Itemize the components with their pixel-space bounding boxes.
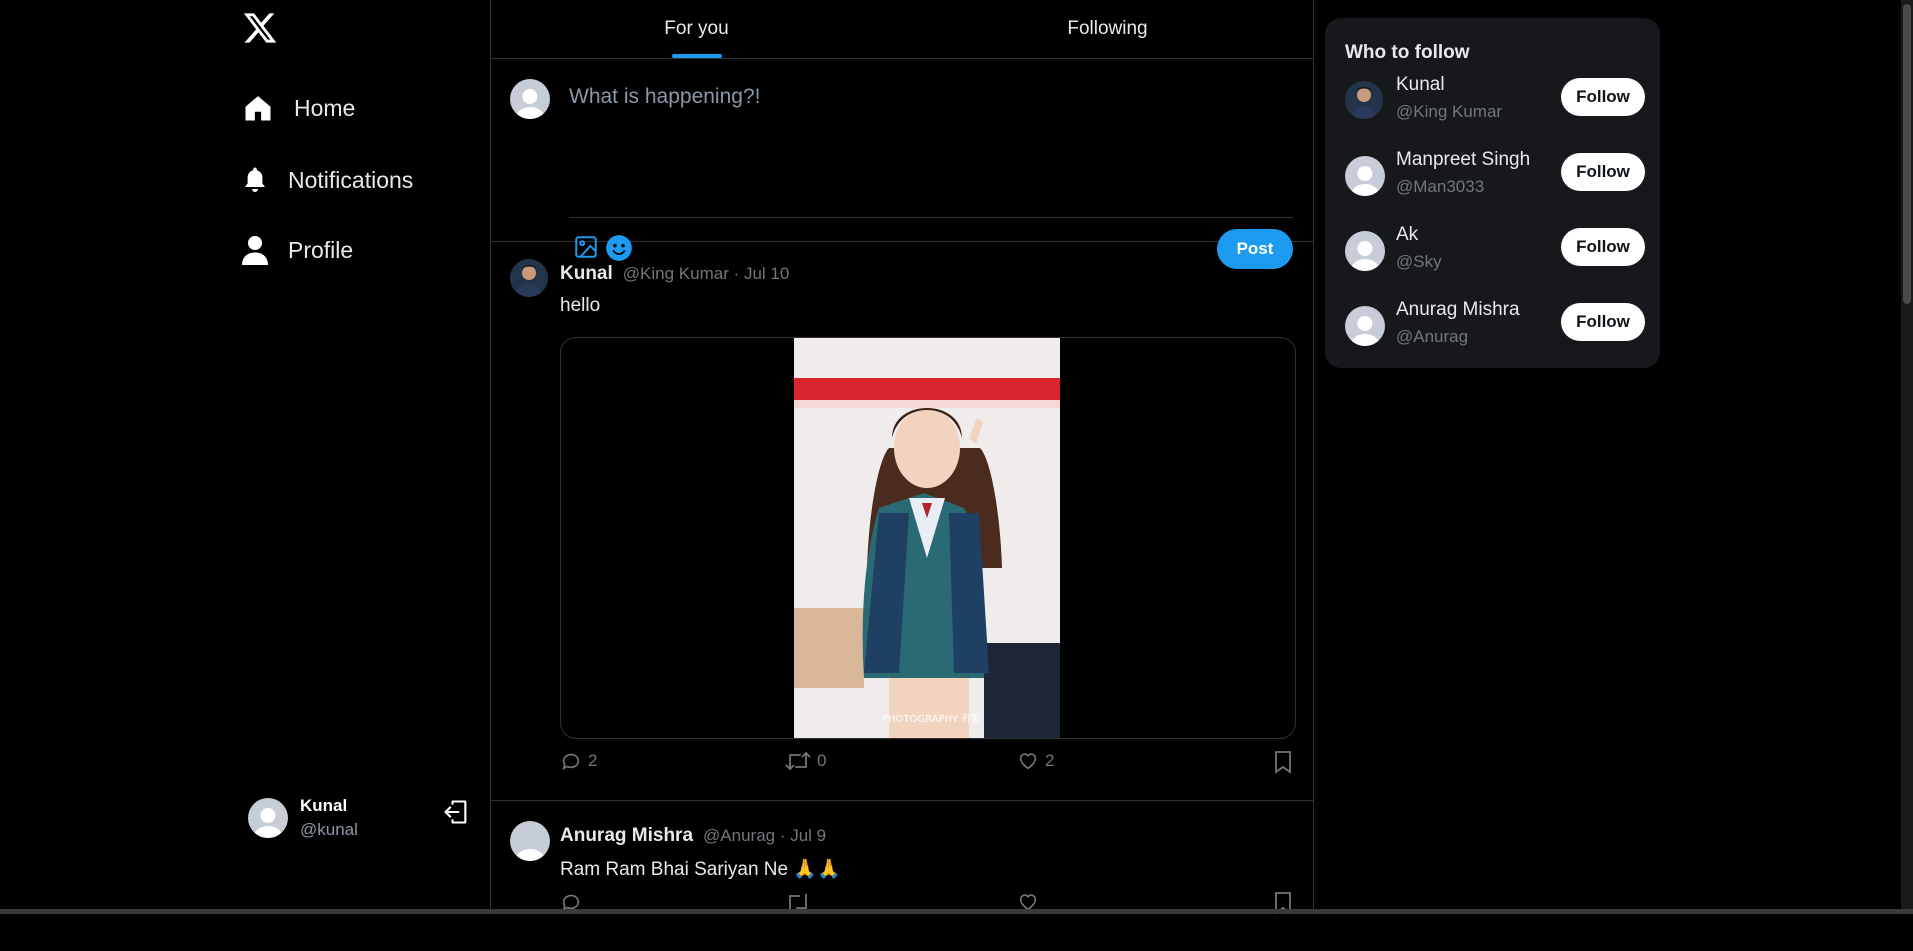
scrollbar-thumb[interactable] (1903, 4, 1911, 304)
avatar[interactable] (510, 821, 550, 861)
composer: What is happening?! Post (491, 59, 1313, 269)
tweet-photo: PHOTOGRAPHY 키함 (794, 338, 1060, 738)
user-icon (242, 234, 268, 266)
active-tab-indicator (671, 54, 722, 58)
photo-watermark: PHOTOGRAPHY 키함 (882, 714, 980, 725)
suggestion-name: Kunal (1396, 74, 1445, 95)
tweet-actions: 2 0 2 (560, 750, 1293, 780)
who-to-follow-title: Who to follow (1345, 42, 1470, 63)
tweet[interactable]: Anurag Mishra @Anurag · Jul 9 Ram Ram Bh… (491, 801, 1313, 951)
tweet-author-name[interactable]: Kunal (560, 263, 613, 285)
nav-notifications-label: Notifications (288, 166, 414, 193)
x-logo-icon[interactable] (242, 10, 278, 46)
follow-suggestion[interactable]: Kunal @King Kumar Follow (1345, 74, 1645, 124)
suggestion-name: Anurag Mishra (1396, 299, 1520, 320)
avatar[interactable] (1345, 306, 1385, 346)
tweet-media[interactable]: PHOTOGRAPHY 키함 (560, 337, 1296, 739)
follow-button[interactable]: Follow (1561, 78, 1645, 116)
reply-button[interactable]: 2 (560, 750, 597, 772)
account-switcher[interactable]: Kunal @kunal (248, 796, 473, 840)
bottom-edge (0, 909, 1913, 914)
retweet-count: 0 (817, 751, 827, 770)
composer-input[interactable]: What is happening?! (569, 85, 760, 109)
reply-count: 2 (588, 751, 598, 770)
bell-icon (242, 164, 268, 196)
page-scrollbar[interactable] (1901, 0, 1913, 914)
tweet-text: Ram Ram Bhai Sariyan Ne 🙏🙏 (560, 859, 841, 880)
follow-suggestion[interactable]: Ak @Sky Follow (1345, 224, 1645, 274)
retweet-button[interactable]: 0 (785, 750, 826, 772)
retweet-icon (785, 752, 811, 770)
composer-divider (569, 217, 1293, 218)
suggestion-handle: @Man3033 (1396, 177, 1485, 196)
nav-profile[interactable]: Profile (242, 234, 353, 266)
main-feed: For you Following What is happening?! Po… (490, 0, 1314, 915)
suggestion-handle: @King Kumar (1396, 102, 1503, 121)
tweet-meta: @King Kumar · Jul 10 (622, 264, 790, 283)
tweet[interactable]: Kunal @King Kumar · Jul 10 hello PHOTOGR… (491, 242, 1313, 801)
bookmark-button[interactable] (1273, 750, 1293, 774)
who-to-follow-panel: Who to follow Kunal @King Kumar Follow M… (1325, 18, 1660, 368)
logout-icon[interactable] (442, 798, 470, 826)
current-user-name: Kunal (300, 796, 348, 815)
current-user-handle: @kunal (300, 820, 358, 839)
avatar[interactable] (1345, 156, 1385, 196)
avatar[interactable] (510, 259, 548, 297)
tab-following[interactable]: Following (902, 0, 1313, 58)
suggestion-handle: @Sky (1396, 252, 1442, 271)
tweet-author-name[interactable]: Anurag Mishra (560, 825, 693, 847)
suggestion-name: Ak (1396, 224, 1419, 245)
tab-for-you[interactable]: For you (491, 0, 902, 58)
bookmark-icon (1275, 751, 1291, 774)
reply-icon (562, 753, 580, 770)
like-count: 2 (1045, 751, 1055, 770)
follow-button[interactable]: Follow (1561, 153, 1645, 191)
avatar (248, 798, 288, 838)
follow-button[interactable]: Follow (1561, 303, 1645, 341)
tweet-actions (560, 891, 1293, 921)
avatar[interactable] (1345, 231, 1385, 271)
composer-avatar (510, 79, 550, 119)
tweet-meta: @Anurag · Jul 9 (703, 826, 827, 845)
tab-for-you-label: For you (664, 18, 729, 39)
suggestion-name: Manpreet Singh (1396, 149, 1531, 170)
follow-suggestion[interactable]: Manpreet Singh @Man3033 Follow (1345, 149, 1645, 199)
avatar[interactable] (1345, 81, 1383, 119)
follow-suggestion[interactable]: Anurag Mishra @Anurag Follow (1345, 299, 1645, 349)
tweet-text: hello (560, 295, 601, 316)
nav-home[interactable]: Home (242, 92, 355, 124)
like-button[interactable]: 2 (1017, 750, 1054, 772)
home-icon (242, 92, 274, 124)
nav-home-label: Home (294, 94, 356, 121)
nav-notifications[interactable]: Notifications (242, 164, 413, 196)
nav-profile-label: Profile (288, 236, 354, 263)
heart-icon (1019, 753, 1037, 770)
tab-following-label: Following (1067, 18, 1148, 39)
follow-button[interactable]: Follow (1561, 228, 1645, 266)
left-sidebar: Home Notifications Profile Kunal @kunal (0, 0, 490, 914)
feed-tabs: For you Following (491, 0, 1313, 59)
suggestion-handle: @Anurag (1396, 327, 1469, 346)
